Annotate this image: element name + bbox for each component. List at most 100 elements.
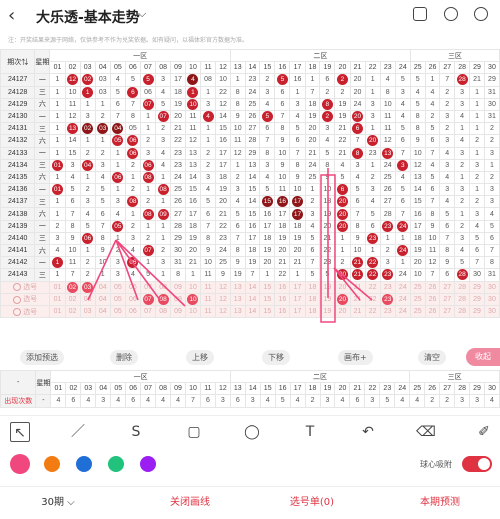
number-cell[interactable]: 17 bbox=[289, 195, 306, 209]
number-cell[interactable]: 1 bbox=[49, 256, 66, 270]
number-cell[interactable]: 9 bbox=[289, 170, 306, 185]
number-cell[interactable]: 10 bbox=[274, 146, 291, 160]
number-cell[interactable]: 6 bbox=[274, 85, 291, 99]
pick-cell[interactable]: 12 bbox=[215, 304, 231, 319]
pick-cell[interactable]: 30 bbox=[483, 292, 500, 306]
number-cell[interactable]: 7 bbox=[94, 219, 111, 233]
number-cell[interactable]: 20 bbox=[304, 122, 321, 136]
canvas-button[interactable]: 画布+ bbox=[338, 350, 373, 365]
number-cell[interactable]: 2 bbox=[155, 243, 172, 258]
number-cell[interactable]: 06 bbox=[124, 146, 141, 160]
number-cell[interactable]: 3 bbox=[155, 73, 172, 87]
number-cell[interactable]: 2 bbox=[199, 158, 217, 172]
share-icon[interactable] bbox=[413, 7, 427, 21]
number-cell[interactable]: 3 bbox=[109, 268, 126, 282]
number-cell[interactable]: 1 bbox=[259, 268, 276, 282]
pick-cell[interactable]: 15 bbox=[259, 292, 276, 306]
number-cell[interactable]: 2 bbox=[304, 195, 321, 209]
number-cell[interactable]: 2 bbox=[139, 195, 157, 209]
number-cell[interactable]: 8 bbox=[379, 85, 396, 99]
number-cell[interactable]: 13 bbox=[64, 122, 81, 136]
pick-cell[interactable]: 24 bbox=[394, 304, 411, 319]
pick-cell[interactable]: 14 bbox=[244, 280, 261, 294]
number-cell[interactable]: 4 bbox=[454, 134, 471, 148]
number-cell[interactable]: 3 bbox=[439, 109, 456, 124]
number-cell[interactable]: 6 bbox=[319, 73, 336, 87]
line-tool-icon[interactable]: ／ bbox=[68, 422, 88, 442]
pick-cell[interactable]: 18 bbox=[304, 304, 321, 319]
number-cell[interactable]: 15 bbox=[184, 183, 202, 197]
number-cell[interactable]: 7 bbox=[439, 231, 456, 246]
number-cell[interactable]: 16 bbox=[259, 207, 276, 221]
number-cell[interactable]: 3 bbox=[259, 158, 276, 172]
number-cell[interactable]: 24 bbox=[304, 158, 321, 172]
number-cell[interactable]: 4 bbox=[155, 158, 172, 172]
number-cell[interactable]: 2 bbox=[439, 97, 456, 111]
number-cell[interactable]: 9 bbox=[215, 268, 231, 282]
number-cell[interactable]: 18 bbox=[215, 170, 231, 185]
number-cell[interactable]: 8 bbox=[259, 146, 276, 160]
pick-cell[interactable]: 03 bbox=[79, 280, 96, 294]
pick-cell[interactable]: 26 bbox=[424, 292, 441, 306]
number-cell[interactable]: 7 bbox=[394, 207, 411, 221]
pick-cell[interactable]: 05 bbox=[109, 280, 126, 294]
number-cell[interactable]: 16 bbox=[274, 195, 291, 209]
number-cell[interactable]: 2 bbox=[109, 243, 126, 258]
number-cell[interactable]: 7 bbox=[394, 146, 411, 160]
pick-cell[interactable]: 29 bbox=[469, 280, 485, 294]
number-cell[interactable]: 4 bbox=[424, 158, 441, 172]
number-cell[interactable]: 17 bbox=[170, 73, 186, 87]
number-cell[interactable]: 6 bbox=[439, 268, 456, 282]
number-cell[interactable]: 21 bbox=[184, 256, 202, 270]
number-cell[interactable]: 18 bbox=[170, 85, 186, 99]
number-cell[interactable]: 1 bbox=[139, 219, 157, 233]
number-cell[interactable]: 21 bbox=[334, 146, 351, 160]
number-cell[interactable]: 5 bbox=[229, 207, 246, 221]
number-cell[interactable]: 1 bbox=[79, 243, 96, 258]
number-cell[interactable]: 3 bbox=[483, 183, 500, 197]
number-cell[interactable]: 30 bbox=[483, 97, 500, 111]
number-cell[interactable]: 9 bbox=[274, 158, 291, 172]
number-cell[interactable]: 11 bbox=[379, 122, 396, 136]
number-cell[interactable]: 21 bbox=[289, 256, 306, 270]
pick-cell[interactable]: 05 bbox=[109, 304, 126, 319]
number-cell[interactable]: 17 bbox=[244, 231, 261, 246]
rect-tool-icon[interactable]: ▢ bbox=[184, 422, 204, 442]
number-cell[interactable]: 12 bbox=[215, 97, 231, 111]
pick-cell[interactable]: 19 bbox=[319, 292, 336, 306]
number-cell[interactable]: 8 bbox=[319, 97, 336, 111]
number-cell[interactable]: 1 bbox=[155, 195, 172, 209]
number-cell[interactable]: 6 bbox=[229, 219, 246, 233]
number-cell[interactable]: 10 bbox=[64, 243, 81, 258]
pick-cell[interactable]: 04 bbox=[94, 280, 111, 294]
number-cell[interactable]: 5 bbox=[109, 85, 126, 99]
number-cell[interactable]: 1 bbox=[49, 195, 66, 209]
number-cell[interactable]: 14 bbox=[409, 183, 426, 197]
pick-cell[interactable]: 11 bbox=[199, 304, 217, 319]
number-cell[interactable]: 3 bbox=[124, 231, 141, 246]
pick-cell[interactable]: 10 bbox=[184, 280, 202, 294]
number-cell[interactable]: 14 bbox=[64, 134, 81, 148]
number-cell[interactable]: 10 bbox=[215, 73, 231, 87]
number-cell[interactable]: 6 bbox=[469, 243, 485, 258]
number-cell[interactable]: 19 bbox=[229, 268, 246, 282]
number-cell[interactable]: 26 bbox=[244, 109, 261, 124]
number-cell[interactable]: 1 bbox=[304, 183, 321, 197]
number-cell[interactable]: 4 bbox=[394, 109, 411, 124]
number-cell[interactable]: 3 bbox=[364, 109, 381, 124]
number-cell[interactable]: 19 bbox=[319, 207, 336, 221]
pick-cell[interactable]: 09 bbox=[170, 280, 186, 294]
number-cell[interactable]: 1 bbox=[109, 231, 126, 246]
pick-label[interactable]: 选号 bbox=[0, 304, 51, 319]
number-cell[interactable]: 20 bbox=[334, 219, 351, 233]
pick-cell[interactable]: 12 bbox=[215, 280, 231, 294]
number-cell[interactable]: 10 bbox=[199, 256, 217, 270]
number-cell[interactable]: 8 bbox=[289, 158, 306, 172]
number-cell[interactable]: 1 bbox=[49, 146, 66, 160]
number-cell[interactable]: 15 bbox=[64, 146, 81, 160]
number-cell[interactable]: 10 bbox=[289, 183, 306, 197]
number-cell[interactable]: 2 bbox=[483, 122, 500, 136]
number-cell[interactable]: 6 bbox=[349, 122, 366, 136]
number-cell[interactable]: 18 bbox=[184, 219, 202, 233]
number-cell[interactable]: 3 bbox=[454, 146, 471, 160]
